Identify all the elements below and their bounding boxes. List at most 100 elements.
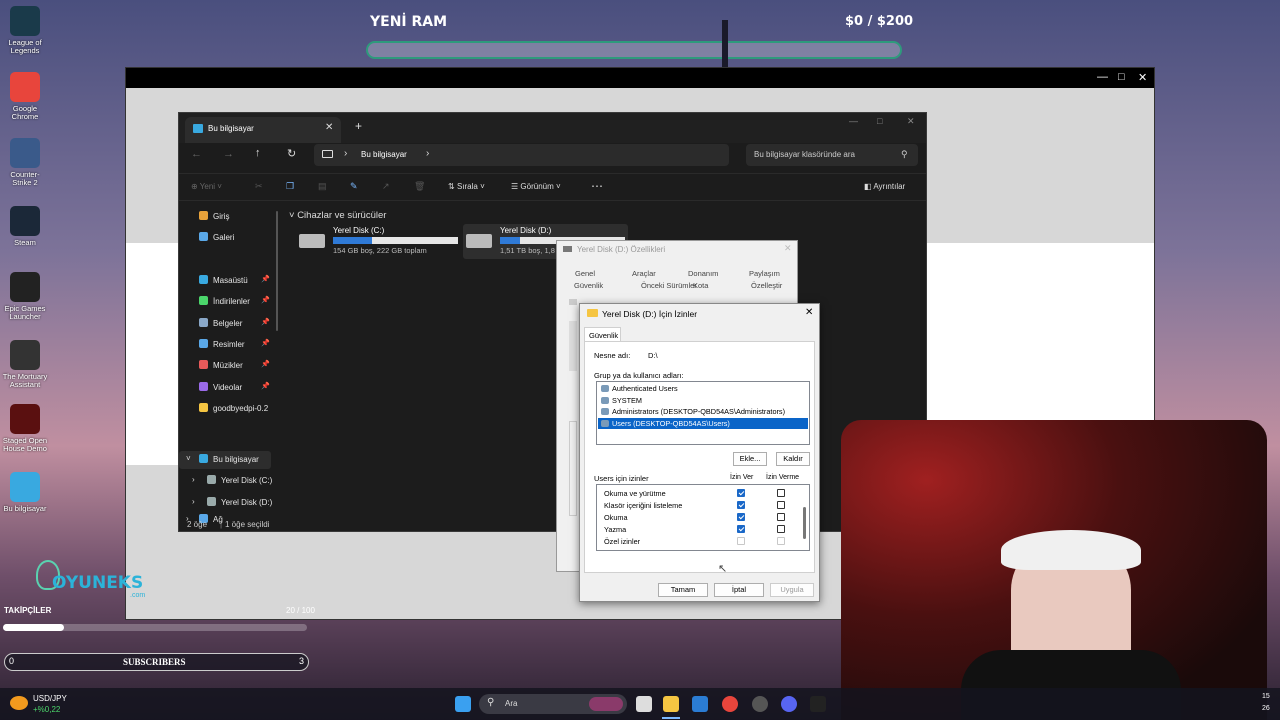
desktop-icon[interactable]: Steam (2, 206, 48, 247)
view-button[interactable]: ☰ Görünüm ˅ (511, 182, 561, 191)
remove-button[interactable]: Kaldır (776, 452, 810, 466)
epic-games-icon[interactable] (810, 696, 826, 712)
close-icon[interactable]: ✕ (784, 243, 792, 254)
nav-gallery[interactable]: Galeri (199, 232, 234, 242)
apply-button[interactable]: Uygula (770, 583, 814, 597)
ok-button[interactable]: Tamam (658, 583, 708, 597)
weather-widget-icon[interactable] (10, 696, 28, 710)
permissions-scrollbar[interactable] (803, 507, 806, 539)
nav-scrollbar[interactable] (276, 211, 278, 331)
cut-icon[interactable]: ✂ (255, 181, 263, 192)
new-button[interactable]: ⊕ Yeni ˅ (191, 182, 222, 191)
outlook-icon[interactable] (692, 696, 708, 712)
desktop-icon[interactable]: Counter-Strike 2 (2, 138, 48, 187)
folder-icon (199, 275, 208, 284)
allow-checkbox[interactable] (737, 501, 745, 509)
ram-goal-value: $0 / $200 (845, 14, 914, 29)
back-icon[interactable]: ← (191, 148, 202, 160)
maximize-icon[interactable]: □ (877, 116, 882, 126)
nav-quick-item[interactable]: İndirilenler 📌 (199, 296, 270, 306)
deny-checkbox[interactable] (777, 513, 785, 521)
sort-button[interactable]: ⇅ Sırala ˅ (448, 182, 485, 191)
deny-checkbox[interactable] (777, 489, 785, 497)
nav-drive-d[interactable]: Yerel Disk (D:) (207, 497, 272, 507)
group-list-item[interactable]: Users (DESKTOP-QBD54AS\Users) (598, 417, 808, 429)
close-icon[interactable]: ✕ (1138, 71, 1147, 84)
minimize-icon[interactable]: — (849, 116, 858, 126)
cancel-button[interactable]: İptal (714, 583, 764, 597)
taskbar-search[interactable]: ⚲ Ara (479, 694, 627, 714)
breadcrumb[interactable]: Bu bilgisayar (361, 150, 407, 159)
chrome-icon[interactable] (722, 696, 738, 712)
properties-tab[interactable]: Özelleştir (751, 281, 782, 290)
deny-checkbox[interactable] (777, 537, 785, 545)
new-tab-icon[interactable]: + (355, 119, 362, 133)
tab-security[interactable]: Güvenlik (584, 327, 621, 342)
share-icon[interactable]: ↗ (382, 181, 390, 192)
close-tab-icon[interactable]: ✕ (325, 122, 333, 133)
allow-checkbox[interactable] (737, 525, 745, 533)
paste-icon[interactable]: ▤ (318, 181, 327, 192)
allow-checkbox[interactable] (737, 513, 745, 521)
group-list-item[interactable]: Authenticated Users (598, 383, 808, 394)
deny-checkbox[interactable] (777, 525, 785, 533)
nav-quick-item[interactable]: Müzikler 📌 (199, 360, 270, 370)
chevron-down-icon[interactable]: ˅ (186, 454, 191, 463)
details-button[interactable]: ◧ Ayrıntılar (864, 182, 905, 191)
explorer-tab[interactable]: Bu bilgisayar ✕ (185, 117, 341, 143)
deny-checkbox[interactable] (777, 501, 785, 509)
forward-icon[interactable]: → (223, 148, 234, 160)
refresh-icon[interactable]: ↻ (287, 147, 296, 160)
group-user-list[interactable]: Authenticated Users SYSTEM Administrators … (596, 381, 810, 445)
desktop-icon[interactable]: League of Legends (2, 6, 48, 55)
task-view-icon[interactable] (636, 696, 652, 712)
nav-quick-item[interactable]: Resimler 📌 (199, 338, 270, 349)
maximize-icon[interactable]: □ (1118, 71, 1125, 83)
nav-quick-item[interactable]: Videolar 📌 (199, 381, 270, 392)
explorer-search-input[interactable]: Bu bilgisayar klasöründe ara ⚲ (746, 144, 918, 166)
properties-tab[interactable]: Araçlar (632, 269, 656, 278)
file-explorer-icon[interactable] (663, 696, 679, 712)
add-button[interactable]: Ekle... (733, 452, 767, 466)
properties-tab[interactable]: Paylaşım (749, 269, 780, 278)
desktop-icon[interactable]: Bu bilgisayar (2, 472, 48, 513)
pin-icon: 📌 (261, 339, 270, 347)
desktop-icon[interactable]: Staged Open House Demo (2, 404, 48, 453)
group-list-item[interactable]: SYSTEM (598, 395, 808, 406)
address-bar[interactable]: › Bu bilgisayar › (314, 144, 729, 166)
close-icon[interactable]: ✕ (907, 116, 915, 127)
nav-this-pc[interactable]: Bu bilgisayar (199, 454, 259, 464)
delete-icon[interactable]: 🗑 (414, 181, 425, 192)
allow-checkbox[interactable] (737, 537, 745, 545)
nav-drive-c[interactable]: Yerel Disk (C:) (207, 475, 272, 485)
nav-quick-item[interactable]: goodbyedpi-0.2 (199, 402, 268, 413)
nav-quick-item[interactable]: Masaüstü 📌 (199, 275, 270, 285)
properties-tab[interactable]: Önceki Sürümler (641, 281, 697, 290)
followers-label: TAKİPÇİLER (4, 606, 52, 615)
copy-icon[interactable]: ❐ (286, 181, 294, 192)
properties-tab[interactable]: Kota (693, 281, 708, 290)
permission-name: Özel izinler (604, 537, 641, 546)
section-header[interactable]: ˅ Cihazlar ve sürücüler (289, 210, 386, 221)
close-icon[interactable]: ✕ (805, 307, 813, 318)
chevron-right-icon[interactable]: › (192, 475, 195, 484)
nav-home[interactable]: Giriş (199, 211, 229, 221)
allow-checkbox[interactable] (737, 489, 745, 497)
properties-tab[interactable]: Güvenlik (574, 281, 603, 290)
app-icon[interactable] (752, 696, 768, 712)
group-list-item[interactable]: Administrators (DESKTOP-QBD54AS\Administ… (598, 406, 808, 417)
ticker-name[interactable]: USD/JPY (33, 694, 67, 703)
chevron-right-icon[interactable]: › (192, 497, 195, 506)
desktop-icon[interactable]: The Mortuary Assistant (2, 340, 48, 389)
nav-quick-item[interactable]: Belgeler 📌 (199, 317, 270, 328)
desktop-icon[interactable]: Google Chrome (2, 72, 48, 121)
desktop-icon[interactable]: Epic Games Launcher (2, 272, 48, 321)
up-icon[interactable]: ↑ (255, 147, 261, 159)
properties-tab[interactable]: Donanım (688, 269, 718, 278)
minimize-icon[interactable]: — (1097, 71, 1108, 83)
properties-tab[interactable]: Genel (575, 269, 595, 278)
more-icon[interactable]: ⋯ (591, 179, 603, 193)
rename-icon[interactable]: ✎ (350, 181, 358, 192)
start-icon[interactable] (455, 696, 471, 712)
discord-icon[interactable] (781, 696, 797, 712)
